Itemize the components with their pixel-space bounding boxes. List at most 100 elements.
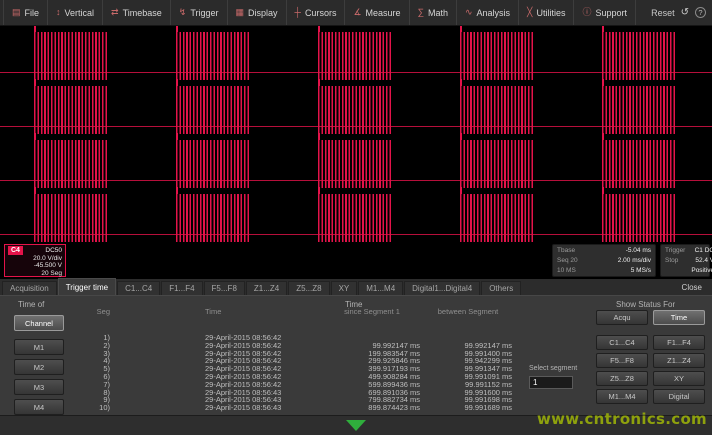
menu-item-analysis[interactable]: ∿Analysis [457, 0, 519, 25]
col-header-between-segment: between Segment [408, 307, 528, 316]
status-button-z1-z4[interactable]: Z1...Z4 [653, 353, 705, 368]
waveform-area[interactable] [0, 26, 712, 242]
waveform-burst-segment-2 [176, 32, 250, 80]
m1-button[interactable]: M1 [14, 339, 64, 355]
table-row: 9)29-April-2015 08:56:43799.882734 ms99.… [78, 396, 523, 404]
trigger-mode: Stop [665, 257, 685, 264]
menu-items: ▤File↕Vertical⇄Timebase↯Trigger▦Display┼… [3, 0, 636, 25]
trigger-time: 29-April-2015 08:56:43 [205, 404, 355, 412]
waveform-burst-segment-11 [34, 140, 108, 188]
status-button-xy[interactable]: XY [653, 371, 705, 386]
dialog-tabs: AcquisitionTrigger timeC1...C4F1...F4F5.… [2, 278, 522, 295]
status-button-time[interactable]: Time [653, 310, 705, 325]
menu-item-label: Measure [366, 8, 401, 18]
hide-dialog-arrow-icon[interactable] [346, 420, 366, 431]
channel-descriptor[interactable]: C4 DC50 20.0 V/div -45.500 V 20 Seg [4, 244, 66, 277]
waveform-burst-segment-20 [602, 194, 676, 242]
tab-f1-f4[interactable]: F1...F4 [161, 281, 202, 295]
select-segment-input[interactable] [529, 376, 573, 389]
channel-button[interactable]: Channel [14, 315, 64, 331]
tab-z1-z4[interactable]: Z1...Z4 [246, 281, 287, 295]
burst-spike [34, 133, 36, 140]
channel-coupling: DC50 [45, 247, 62, 254]
menu-item-file[interactable]: ▤File [3, 0, 48, 25]
tab-others[interactable]: Others [481, 281, 521, 295]
tab-trigger-time[interactable]: Trigger time [58, 278, 116, 295]
reset-icon[interactable]: ↺ [681, 7, 689, 18]
trigger-descriptor[interactable]: Trigger C1 DC Stop 52.4 V Positive [660, 244, 710, 277]
tab-z5-z8[interactable]: Z5...Z8 [288, 281, 329, 295]
burst-spike [318, 187, 320, 194]
show-status-buttons: Acqu Time C1...C4 F1...F4 F5...F8 Z1...Z4 Z5..… [596, 310, 705, 404]
channel-offset: -45.500 V [8, 262, 62, 269]
table-row: 10)29-April-2015 08:56:43899.874423 ms99… [78, 404, 523, 412]
timebase-descriptor[interactable]: Tbase -5.04 ms Seq 20 2.00 ms/div 10 MS … [552, 244, 656, 277]
between-segments-value: 99.991689 ms [420, 404, 512, 412]
timebase-icon: ⇄ [111, 8, 119, 17]
tab-c1-c4[interactable]: C1...C4 [117, 281, 160, 295]
burst-spike [318, 26, 320, 32]
menu-item-math[interactable]: ∑Math [410, 0, 457, 25]
waveform-burst-segment-3 [318, 32, 392, 80]
display-icon: ▦ [236, 8, 245, 17]
table-row: 5)29-April-2015 08:56:42399.917193 ms99.… [78, 365, 523, 373]
tab-f5-f8[interactable]: F5...F8 [204, 281, 245, 295]
status-button-z5-z8[interactable]: Z5...Z8 [596, 371, 648, 386]
burst-spike [318, 133, 320, 140]
channel-segments: 20 Seg [8, 270, 62, 277]
waveform-burst-segment-10 [602, 86, 676, 134]
menu-item-display[interactable]: ▦Display [228, 0, 287, 25]
menu-item-label: Utilities [536, 8, 565, 18]
trigger-slope: Positive [691, 267, 712, 274]
channel-descriptor-header: C4 DC50 [8, 246, 62, 255]
menu-bar: ▤File↕Vertical⇄Timebase↯Trigger▦Display┼… [0, 0, 712, 26]
watermark-text: www.cntronics.com [537, 410, 707, 428]
m2-button[interactable]: M2 [14, 359, 64, 375]
status-button-acqu[interactable]: Acqu [596, 310, 648, 325]
burst-spike [460, 79, 462, 86]
close-button[interactable]: Close [682, 283, 712, 295]
channel-name: C4 [8, 246, 23, 255]
burst-spike [176, 26, 178, 32]
m4-button[interactable]: M4 [14, 399, 64, 415]
waveform-burst-segment-9 [460, 86, 534, 134]
oscilloscope-app: ▤File↕Vertical⇄Timebase↯Trigger▦Display┼… [0, 0, 712, 435]
vertical-icon: ↕ [56, 8, 61, 17]
utilities-icon: ╳ [527, 8, 532, 17]
cursors-icon: ┼ [295, 8, 301, 17]
menu-item-utilities[interactable]: ╳ Utilities [519, 0, 574, 25]
table-row: 6)29-April-2015 08:56:42499.908284 ms99.… [78, 373, 523, 381]
timebase-scale: 2.00 ms/div [601, 257, 651, 264]
tab-xy[interactable]: XY [331, 281, 358, 295]
menu-item-trigger[interactable]: ↯Trigger [171, 0, 228, 25]
m3-button[interactable]: M3 [14, 379, 64, 395]
status-button-f1-f4[interactable]: F1...F4 [653, 335, 705, 350]
status-button-m1-m4[interactable]: M1...M4 [596, 389, 648, 404]
menu-item-label: Timebase [123, 8, 162, 18]
status-button-digital[interactable]: Digital [653, 389, 705, 404]
table-rows: 1)29-April-2015 08:56:422)29-April-2015 … [78, 334, 523, 412]
tab-m1-m4[interactable]: M1...M4 [358, 281, 403, 295]
menu-right: Reset ↺ ? [651, 0, 712, 25]
tab-acquisition[interactable]: Acquisition [2, 281, 57, 295]
table-row: 2)29-April-2015 08:56:4299.992147 ms99.9… [78, 342, 523, 350]
file-icon: ▤ [12, 8, 21, 17]
status-button-f5-f8[interactable]: F5...F8 [596, 353, 648, 368]
burst-spike [602, 133, 604, 140]
tab-digital1-digital4[interactable]: Digital1...Digital4 [404, 281, 480, 295]
waveform-burst-segment-14 [460, 140, 534, 188]
menu-item-support[interactable]: ⓘSupport [574, 0, 636, 25]
menu-item-vertical[interactable]: ↕Vertical [48, 0, 103, 25]
burst-spike [176, 187, 178, 194]
measure-icon: ∡ [353, 8, 361, 17]
status-button-c1-c4[interactable]: C1...C4 [596, 335, 648, 350]
help-icon[interactable]: ? [695, 7, 706, 18]
menu-item-cursors[interactable]: ┼Cursors [287, 0, 346, 25]
table-headers: SegTimesince Segment 1between Segment [78, 307, 523, 317]
since-segment1-value: 899.874423 ms [355, 404, 420, 412]
burst-spike [176, 133, 178, 140]
burst-spike [34, 26, 36, 32]
menu-item-measure[interactable]: ∡ Measure [345, 0, 409, 25]
reset-button[interactable]: Reset [651, 8, 675, 18]
menu-item-timebase[interactable]: ⇄ Timebase [103, 0, 171, 25]
